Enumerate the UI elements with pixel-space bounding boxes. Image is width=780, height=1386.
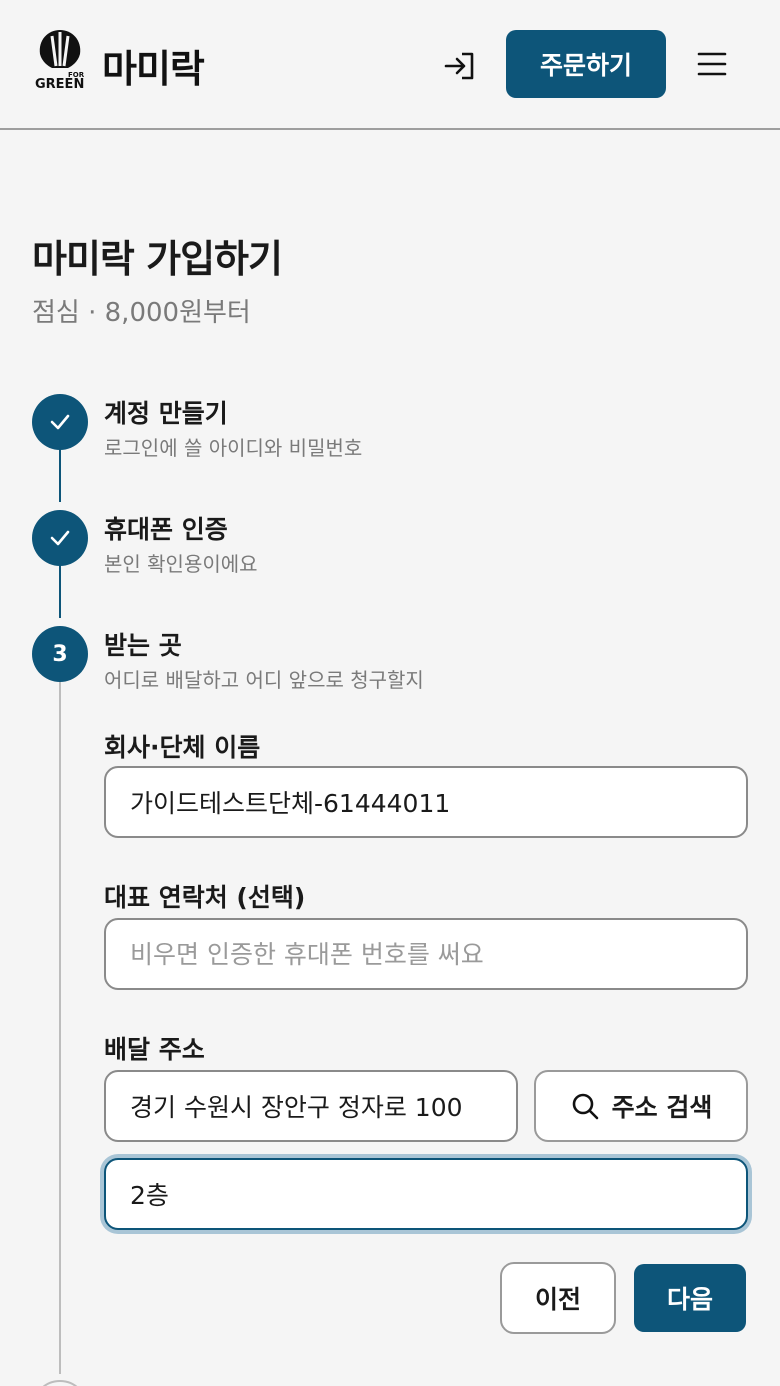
phone-label: 대표 연락처 (선택) [104, 883, 306, 912]
check-icon [50, 530, 70, 546]
address-label: 배달 주소 [104, 1035, 205, 1064]
step-1-desc: 로그인에 쓸 아이디와 비밀번호 [104, 436, 363, 460]
company-name-input[interactable] [104, 766, 748, 838]
login-icon[interactable] [440, 46, 480, 86]
step-3-active-marker: 3 [32, 626, 88, 682]
prev-button[interactable]: 이전 [500, 1262, 616, 1334]
company-name-label: 회사·단체 이름 [104, 733, 261, 762]
top-header: FOR GREEN 마미락 주문하기 [0, 0, 780, 130]
logo-icon[interactable]: FOR GREEN [34, 28, 86, 94]
step-connector [59, 680, 61, 1374]
search-icon [572, 1093, 598, 1120]
step-2-desc: 본인 확인용이에요 [104, 552, 258, 576]
order-button[interactable]: 주문하기 [506, 30, 666, 98]
step-3-title: 받는 곳 [104, 631, 182, 660]
page-title: 마미락 가입하기 [32, 237, 283, 281]
address-search-label: 주소 검색 [611, 1093, 713, 1122]
hamburger-menu-icon[interactable] [694, 46, 730, 82]
step-1-title: 계정 만들기 [104, 399, 228, 428]
check-icon [50, 414, 70, 430]
step-connector [59, 564, 61, 618]
next-button[interactable]: 다음 [634, 1264, 746, 1332]
phone-input[interactable] [104, 918, 748, 990]
step-4-pending-marker: 4 [32, 1380, 88, 1386]
page-subtitle: 점심 · 8,000원부터 [32, 298, 251, 328]
step-1-complete-marker [32, 394, 88, 450]
step-connector [59, 448, 61, 502]
step-3-desc: 어디로 배달하고 어디 앞으로 청구할지 [104, 668, 424, 692]
step-2-complete-marker [32, 510, 88, 566]
address-search-button[interactable]: 주소 검색 [534, 1070, 748, 1142]
step-2-title: 휴대폰 인증 [104, 515, 228, 544]
address-input[interactable] [104, 1070, 518, 1142]
logo-text[interactable]: 마미락 [102, 38, 205, 93]
address-detail-input[interactable] [104, 1158, 748, 1230]
svg-text:GREEN: GREEN [35, 77, 84, 92]
